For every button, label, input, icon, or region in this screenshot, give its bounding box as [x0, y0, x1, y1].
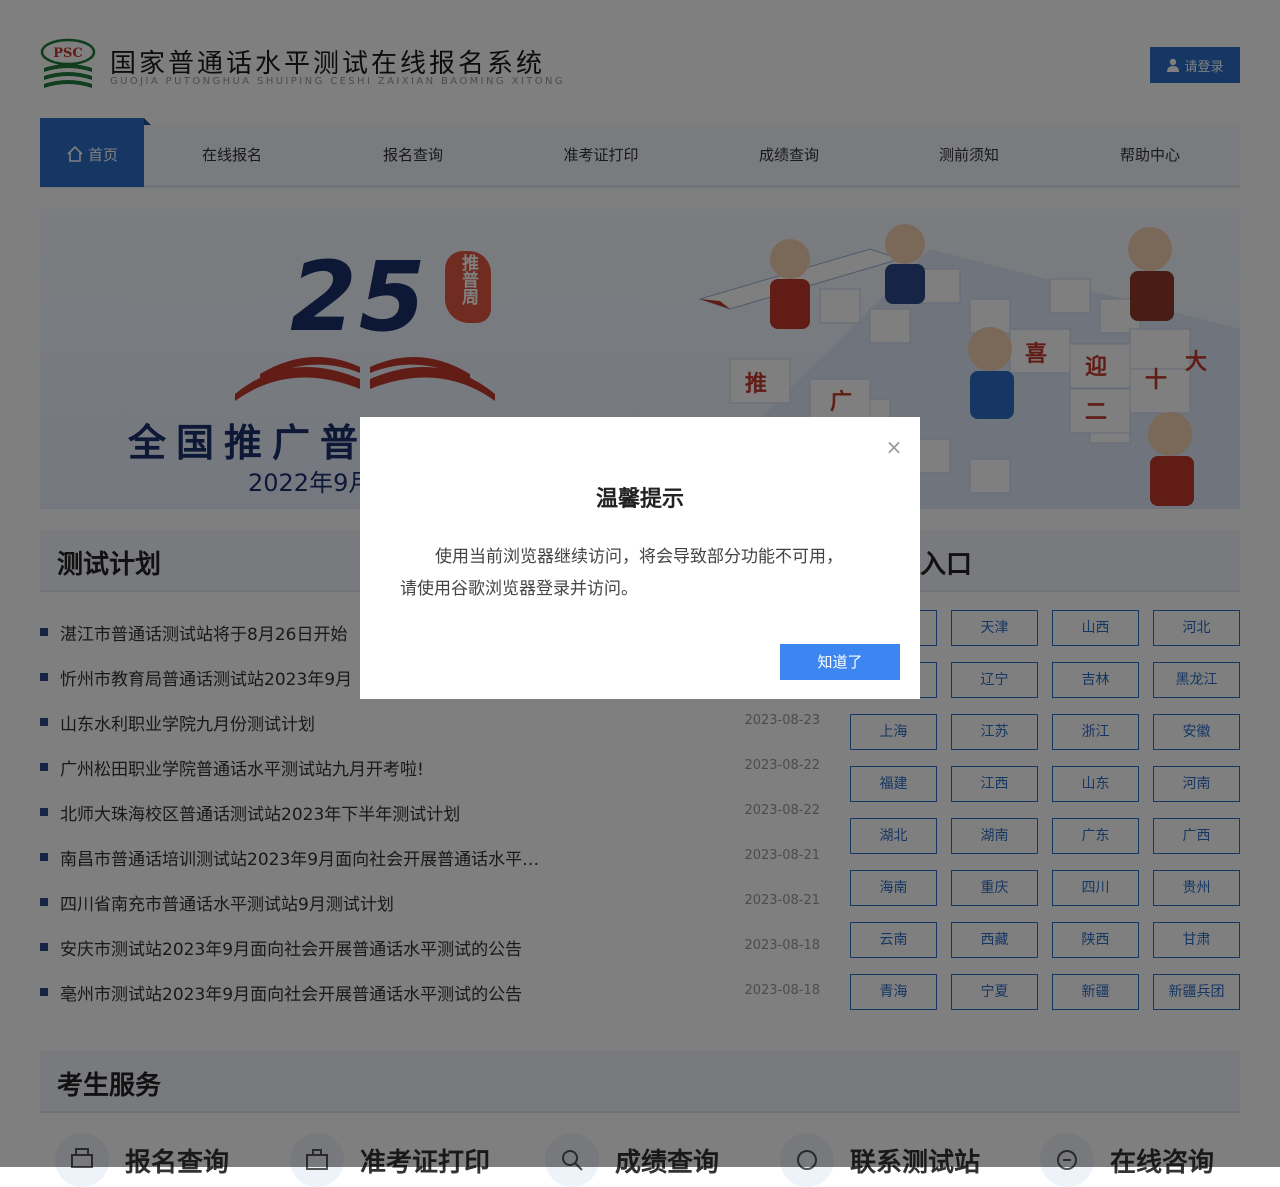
dialog-message: 使用当前浏览器继续访问，将会导致部分功能不可用， 请使用谷歌浏览器登录并访问。 — [400, 541, 880, 605]
dialog-message-line: 请使用谷歌浏览器登录并访问。 — [400, 579, 638, 599]
ok-button[interactable]: 知道了 — [780, 644, 900, 680]
dialog-message-line: 使用当前浏览器继续访问，将会导致部分功能不可用， — [435, 547, 843, 567]
notice-dialog: × 温馨提示 使用当前浏览器继续访问，将会导致部分功能不可用， 请使用谷歌浏览器… — [360, 417, 920, 699]
dialog-title: 温馨提示 — [595, 487, 684, 512]
page: PSC 国家普通话水平测试在线报名系统 GUOJIA PUTONGHUA SHU… — [0, 0, 1280, 1187]
close-icon[interactable]: × — [884, 437, 904, 457]
